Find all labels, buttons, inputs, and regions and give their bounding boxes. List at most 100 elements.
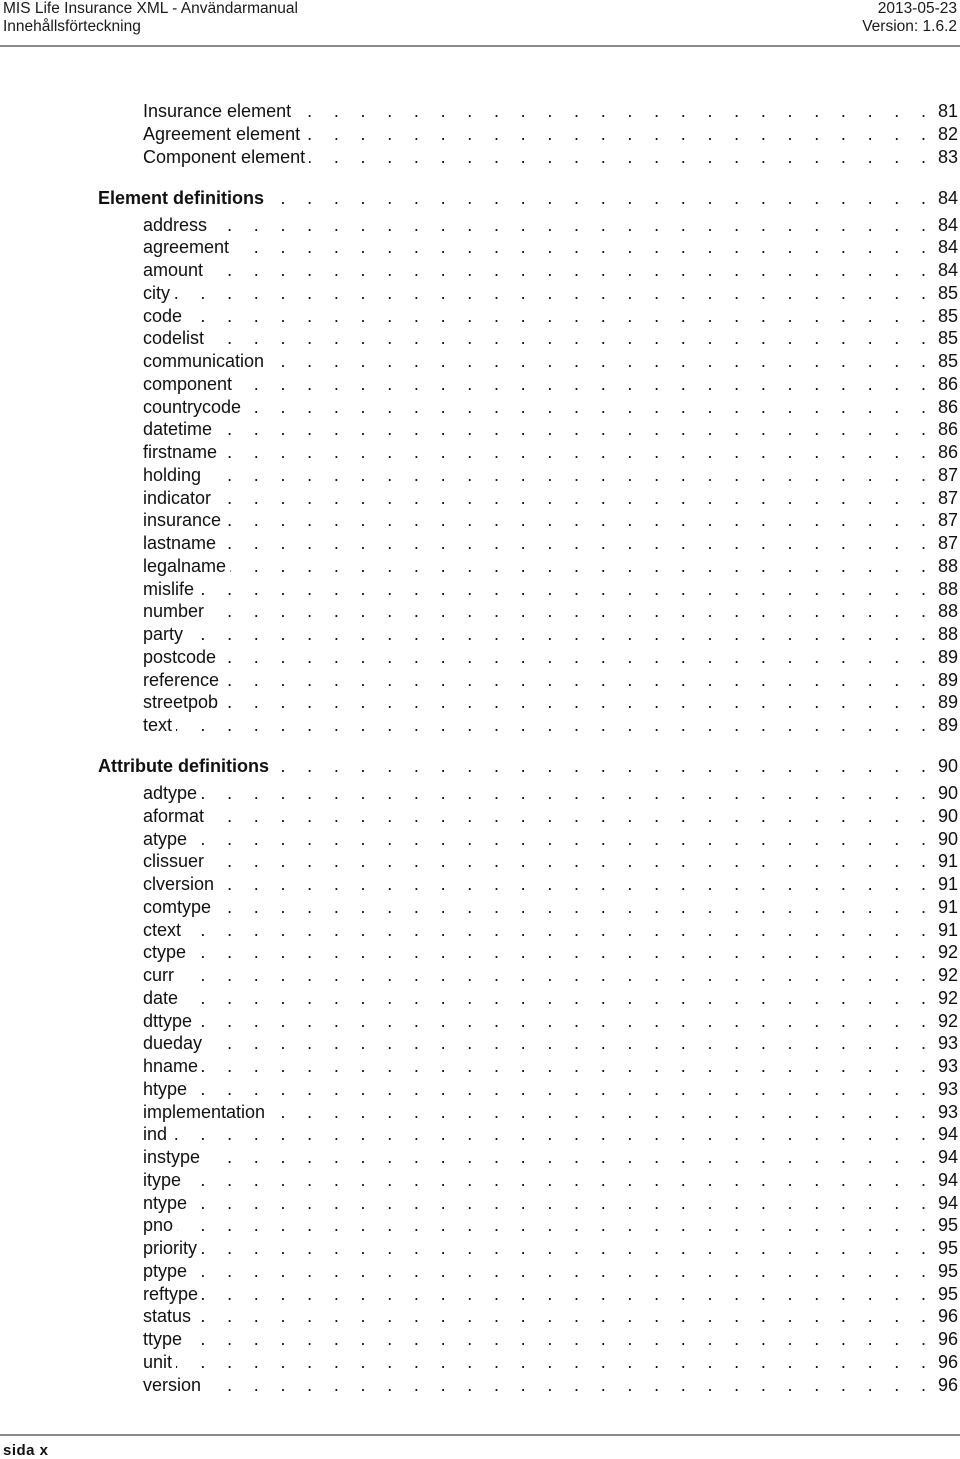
toc-entry[interactable]: ..................................hname 9… — [0, 1055, 960, 1077]
toc-entry[interactable]: ..................................ntype 9… — [0, 1191, 960, 1214]
toc-entry-label[interactable]: clversion — [143, 873, 219, 895]
toc-entry[interactable]: ..................................versio… — [0, 1373, 960, 1396]
toc-entry-label[interactable]: version — [143, 1373, 206, 1396]
toc-entry[interactable]: ..................................Compon… — [0, 145, 960, 168]
toc-entry-label[interactable]: component — [143, 372, 237, 395]
toc-entry[interactable]: ..................................comtyp… — [0, 895, 960, 918]
toc-entry-label[interactable]: hname — [143, 1055, 203, 1077]
toc-entry[interactable]: ..................................insura… — [0, 509, 960, 532]
toc-entry-label[interactable]: insurance — [143, 509, 226, 532]
toc-entry-label[interactable]: countrycode — [143, 395, 246, 418]
toc-entry[interactable]: ..................................addres… — [0, 213, 960, 236]
toc-entry[interactable]: ..................................mislif… — [0, 577, 960, 600]
toc-entry-label[interactable]: datetime — [143, 418, 217, 441]
toc-entry-label[interactable]: ctext — [143, 918, 186, 941]
toc-entry[interactable]: ..................................codeli… — [0, 327, 960, 350]
toc-entry[interactable]: ..................................atype 9… — [0, 827, 960, 850]
toc-entry[interactable]: ..................................number… — [0, 600, 960, 623]
toc-entry[interactable]: ..................................Insura… — [0, 100, 960, 122]
toc-entry-label[interactable]: Insurance element — [143, 100, 296, 122]
toc-entry-label[interactable]: Element definitions — [98, 186, 269, 209]
toc-entry-label[interactable]: legalname — [143, 554, 231, 577]
toc-entry-label[interactable]: party — [143, 623, 188, 645]
toc-entry-label[interactable]: curr — [143, 964, 178, 986]
toc-entry[interactable]: ..................................firstn… — [0, 441, 960, 463]
toc-entry-label[interactable]: status — [143, 1305, 196, 1328]
toc-entry[interactable]: ..................................lastna… — [0, 532, 960, 554]
toc-entry[interactable]: ..................................itype 9… — [0, 1168, 960, 1191]
toc-entry-label[interactable]: clissuer — [143, 850, 209, 873]
toc-entry[interactable]: ..................................holdin… — [0, 463, 960, 486]
toc-entry-label[interactable]: mislife — [143, 577, 199, 600]
toc-entry[interactable]: ..................................dueday… — [0, 1032, 960, 1055]
toc-entry[interactable]: ..................................ctext 9… — [0, 918, 960, 941]
toc-entry[interactable]: ..................................status… — [0, 1305, 960, 1328]
toc-entry-label[interactable]: dttype — [143, 1009, 197, 1032]
toc-entry[interactable]: ..................................amount… — [0, 259, 960, 281]
toc-entry-label[interactable]: implementation — [143, 1100, 270, 1123]
toc-entry[interactable]: ..................................pno 95 — [0, 1214, 960, 1237]
toc-entry-label[interactable]: priority — [143, 1237, 202, 1259]
toc-entry[interactable]: ..................................legaln… — [0, 554, 960, 577]
toc-entry[interactable]: ..................................clissu… — [0, 850, 960, 873]
toc-entry-label[interactable]: pno — [143, 1214, 178, 1237]
toc-entry[interactable]: ..................................compon… — [0, 372, 960, 395]
toc-entry[interactable]: ..................................reftyp… — [0, 1282, 960, 1305]
toc-section-entry[interactable]: ..................................Attrib… — [0, 755, 960, 777]
toc-entry-label[interactable]: ctype — [143, 941, 191, 964]
toc-entry[interactable]: ..................................dttype… — [0, 1009, 960, 1032]
toc-entry-label[interactable]: Component element — [143, 145, 310, 168]
toc-entry[interactable]: ..................................curr 92 — [0, 964, 960, 986]
toc-entry[interactable]: ..................................agreem… — [0, 236, 960, 259]
toc-entry-label[interactable]: Agreement element — [143, 122, 305, 145]
toc-entry-label[interactable]: htype — [143, 1077, 192, 1100]
toc-entry-label[interactable]: atype — [143, 827, 192, 850]
toc-entry[interactable]: ..................................ptype 9… — [0, 1259, 960, 1282]
toc-entry-label[interactable]: agreement — [143, 236, 234, 259]
toc-entry-label[interactable]: ttype — [143, 1328, 187, 1350]
toc-entry[interactable]: ..................................countr… — [0, 395, 960, 418]
toc-entry[interactable]: ..................................implem… — [0, 1100, 960, 1123]
toc-entry[interactable]: ..................................priori… — [0, 1237, 960, 1259]
toc-entry-label[interactable]: comtype — [143, 895, 216, 918]
toc-entry[interactable]: ..................................party 8… — [0, 623, 960, 645]
toc-entry[interactable]: ..................................adtype… — [0, 782, 960, 804]
toc-entry-label[interactable]: ntype — [143, 1191, 192, 1214]
toc-entry[interactable]: ..................................htype 9… — [0, 1077, 960, 1100]
toc-entry-label[interactable]: amount — [143, 259, 208, 281]
toc-entry-label[interactable]: city — [143, 281, 174, 304]
toc-entry-label[interactable]: ind — [143, 1123, 172, 1146]
toc-entry-label[interactable]: date — [143, 986, 183, 1009]
toc-entry-label[interactable]: lastname — [143, 532, 221, 554]
toc-entry[interactable]: ..................................unit 96 — [0, 1350, 960, 1373]
toc-entry[interactable]: ..................................date 92 — [0, 986, 960, 1009]
toc-entry-label[interactable]: postcode — [143, 645, 221, 668]
toc-entry-label[interactable]: reference — [143, 668, 224, 691]
toc-entry-label[interactable]: reftype — [143, 1282, 203, 1305]
toc-entry[interactable]: ..................................ctype 9… — [0, 941, 960, 964]
toc-entry[interactable]: ..................................Agreem… — [0, 122, 960, 145]
toc-entry[interactable]: ..................................city 85 — [0, 281, 960, 304]
toc-entry-label[interactable]: ptype — [143, 1259, 192, 1282]
toc-entry[interactable]: ..................................postco… — [0, 645, 960, 668]
toc-section-entry[interactable]: ..................................Elemen… — [0, 186, 960, 209]
toc-entry[interactable]: ..................................indica… — [0, 486, 960, 509]
toc-entry-label[interactable]: holding — [143, 463, 206, 486]
toc-entry[interactable]: ..................................dateti… — [0, 418, 960, 441]
toc-entry-label[interactable]: streetpob — [143, 691, 223, 714]
toc-entry-label[interactable]: adtype — [143, 782, 202, 804]
toc-entry-label[interactable]: itype — [143, 1168, 186, 1191]
toc-entry-label[interactable]: unit — [143, 1350, 177, 1373]
toc-entry-label[interactable]: Attribute definitions — [98, 755, 273, 777]
toc-entry-label[interactable]: dueday — [143, 1032, 207, 1055]
toc-entry-label[interactable]: aformat — [143, 804, 209, 827]
toc-entry[interactable]: ..................................clvers… — [0, 873, 960, 895]
toc-entry-label[interactable]: number — [143, 600, 209, 623]
toc-entry[interactable]: ..................................aforma… — [0, 804, 960, 827]
toc-entry[interactable]: ..................................code 85 — [0, 304, 960, 327]
toc-entry[interactable]: ..................................refere… — [0, 668, 960, 691]
toc-entry-label[interactable]: code — [143, 304, 187, 327]
toc-entry[interactable]: ..................................commun… — [0, 350, 960, 372]
toc-entry[interactable]: ..................................street… — [0, 691, 960, 714]
toc-entry-label[interactable]: address — [143, 213, 212, 236]
